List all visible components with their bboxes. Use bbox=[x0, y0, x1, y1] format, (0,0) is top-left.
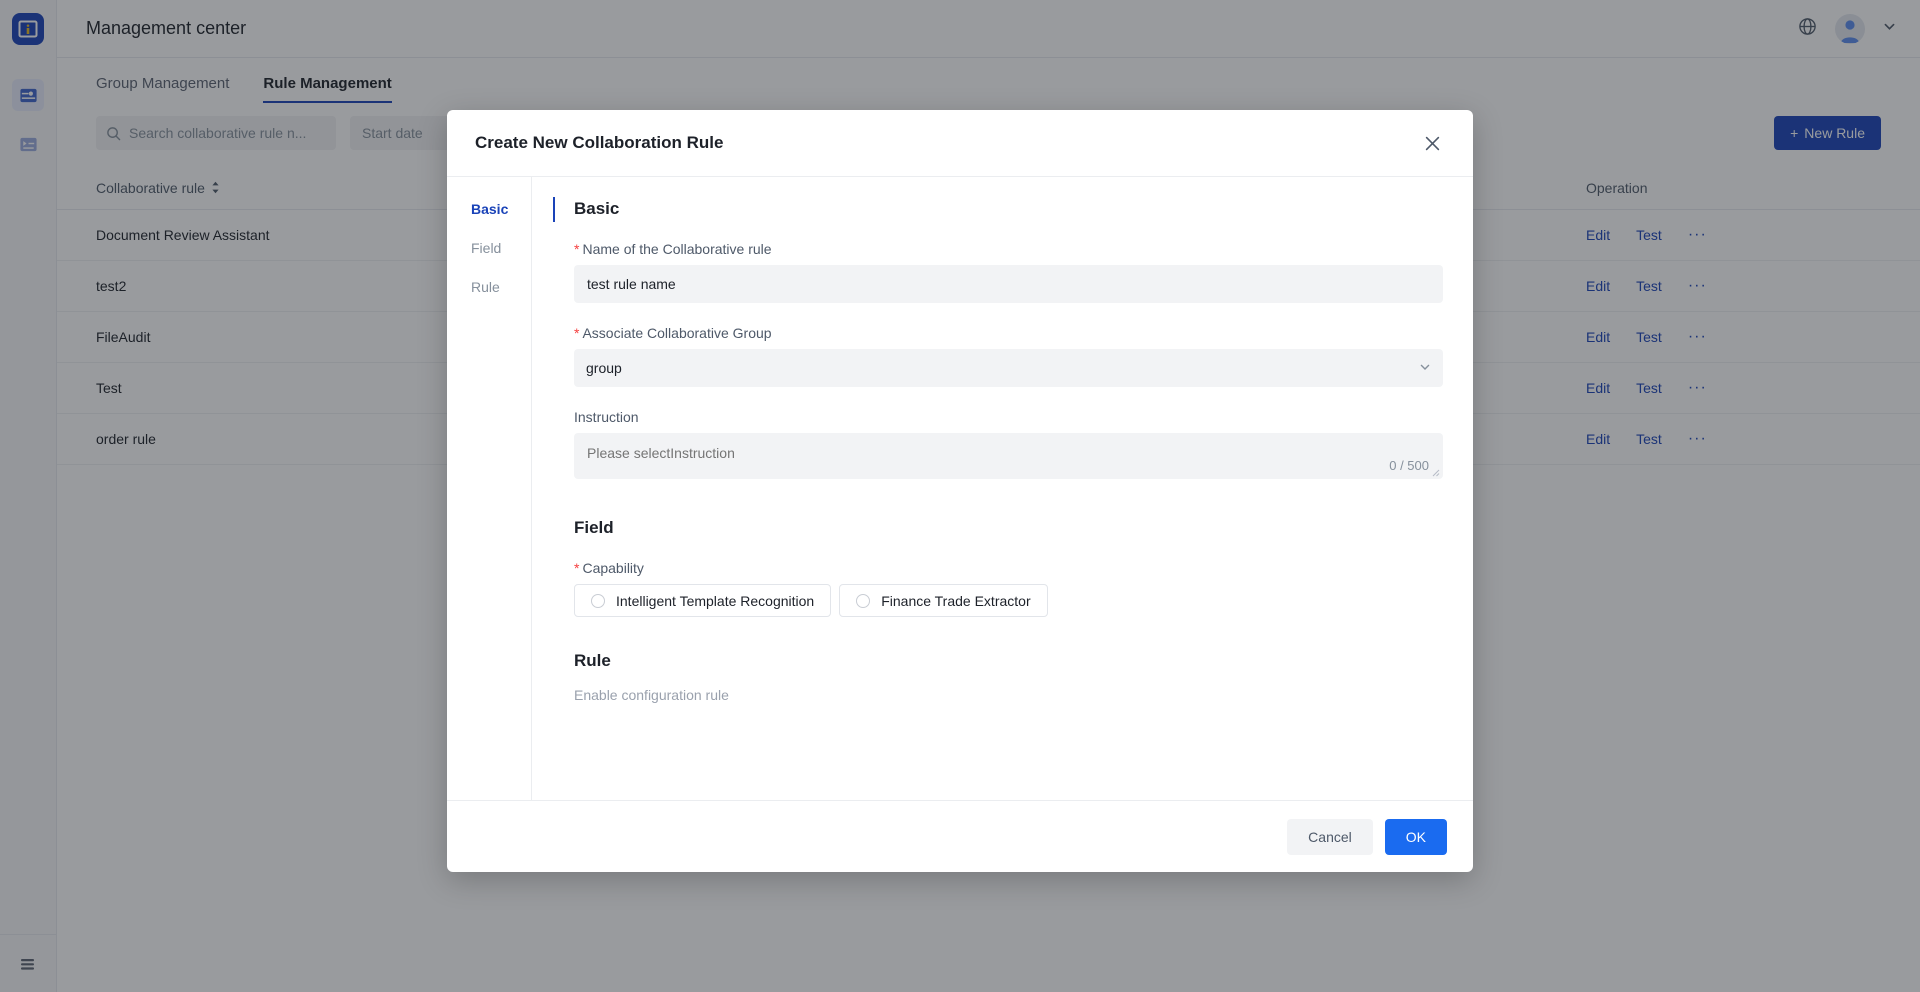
field-associate-group: * Associate Collaborative Group group bbox=[574, 325, 1443, 387]
field-capability: * Capability Intelligent Template Recogni… bbox=[574, 560, 1443, 617]
step-field[interactable]: Field bbox=[471, 240, 531, 256]
dialog-header: Create New Collaboration Rule bbox=[447, 110, 1473, 177]
label-rule-name-text: Name of the Collaborative rule bbox=[582, 241, 772, 257]
section-title-rule: Rule bbox=[574, 651, 611, 670]
associate-group-value: group bbox=[586, 360, 622, 376]
field-rule-name: * Name of the Collaborative rule bbox=[574, 241, 1443, 303]
label-instruction: Instruction bbox=[574, 409, 639, 425]
instruction-char-counter: 0 / 500 bbox=[1389, 458, 1429, 473]
rule-enable-note: Enable configuration rule bbox=[574, 687, 729, 703]
label-capability: * Capability bbox=[574, 560, 1443, 576]
instruction-wrapper: 0 / 500 bbox=[574, 433, 1443, 484]
label-rule-name: * Name of the Collaborative rule bbox=[574, 241, 1443, 257]
field-instruction: Instruction 0 / 500 bbox=[574, 409, 1443, 484]
step-rule[interactable]: Rule bbox=[471, 279, 531, 295]
capability-radio-group: Intelligent Template Recognition Finance… bbox=[574, 584, 1443, 617]
capability-option-finance-trade-extractor[interactable]: Finance Trade Extractor bbox=[839, 584, 1048, 617]
cancel-button[interactable]: Cancel bbox=[1287, 818, 1373, 855]
required-marker: * bbox=[574, 560, 580, 576]
capability-option-label: Intelligent Template Recognition bbox=[616, 592, 815, 609]
label-associate-group: * Associate Collaborative Group bbox=[574, 325, 1443, 341]
step-basic[interactable]: Basic bbox=[471, 197, 555, 222]
dialog-form: Basic *Name of the Collaborative rule *A… bbox=[532, 177, 1473, 800]
dialog-footer: Cancel OK bbox=[447, 800, 1473, 872]
app-root: Management center Group Management Rule … bbox=[0, 0, 1920, 992]
capability-option-label: Finance Trade Extractor bbox=[881, 592, 1031, 609]
create-rule-dialog: Create New Collaboration Rule Basic Fiel… bbox=[447, 110, 1473, 872]
associate-group-select[interactable]: group bbox=[574, 349, 1443, 387]
section-title-basic: Basic bbox=[574, 199, 620, 218]
section-title-field: Field bbox=[574, 518, 614, 537]
instruction-textarea[interactable] bbox=[574, 433, 1443, 479]
chevron-down-icon bbox=[1419, 360, 1431, 376]
capability-option-intelligent-template-recognition[interactable]: Intelligent Template Recognition bbox=[574, 584, 832, 617]
label-capability-text: Capability bbox=[582, 560, 644, 576]
dialog-step-nav: Basic Field Rule bbox=[447, 177, 555, 800]
dialog-body: Basic Field Rule Basic * Name of the Coll… bbox=[447, 177, 1473, 800]
required-marker: * bbox=[574, 325, 580, 341]
label-associate-group-text: Associate Collaborative Group bbox=[582, 325, 772, 341]
radio-icon bbox=[856, 593, 871, 608]
dialog-title: Create New Collaboration Rule bbox=[475, 133, 724, 152]
resize-grip-glyph bbox=[1432, 469, 1440, 477]
required-marker: * bbox=[574, 241, 580, 257]
resize-grip-icon[interactable] bbox=[1430, 464, 1440, 482]
chevron-down-glyph bbox=[1420, 364, 1430, 370]
radio-icon bbox=[591, 593, 605, 608]
rule-name-input[interactable] bbox=[574, 265, 1443, 303]
ok-button[interactable]: OK bbox=[1384, 818, 1447, 855]
close-icon[interactable] bbox=[1419, 130, 1445, 156]
close-glyph bbox=[1425, 136, 1439, 150]
